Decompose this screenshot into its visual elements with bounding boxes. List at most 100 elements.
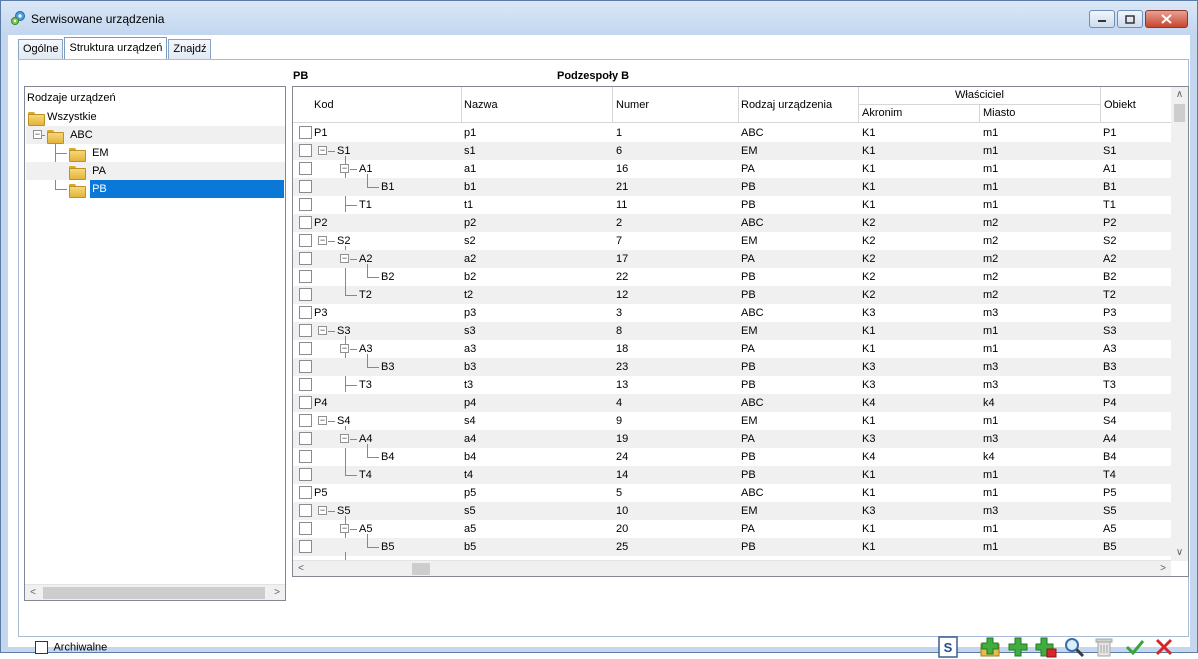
table-row[interactable]: P5 p5 5 ABC K1 m1 P5	[293, 484, 1173, 502]
table-row[interactable]: P4 p4 4 ABC K4 k4 P4	[293, 394, 1173, 412]
collapse-icon[interactable]: −	[340, 164, 349, 173]
confirm-button[interactable]	[1123, 635, 1147, 659]
row-checkbox[interactable]	[299, 486, 312, 499]
collapse-icon[interactable]: −	[318, 506, 327, 515]
delete-button[interactable]	[1092, 635, 1116, 659]
row-checkbox[interactable]	[299, 450, 312, 463]
row-checkbox[interactable]	[299, 522, 312, 535]
table-row[interactable]: − A5 a5 20 PA K1 m1 A5	[293, 520, 1173, 548]
column-header-kod[interactable]: Kod	[293, 87, 462, 123]
add-subitem-button[interactable]	[1034, 635, 1058, 659]
column-header-nazwa[interactable]: Nazwa	[462, 87, 613, 123]
row-checkbox[interactable]	[299, 540, 312, 553]
table-row[interactable]: − A2 a2 17 PA K2 m2 A2	[293, 250, 1173, 278]
row-checkbox[interactable]	[299, 270, 312, 283]
table-row[interactable]: − S1 s1 6 EM K1 m1 S1	[293, 142, 1173, 212]
table-row[interactable]: B3 b3 23 PB K3 m3 B3	[293, 358, 1173, 376]
scroll-right-icon[interactable]: >	[1155, 562, 1171, 576]
row-checkbox[interactable]	[299, 198, 312, 211]
column-header-akronim[interactable]: Akronim	[859, 105, 980, 123]
row-checkbox[interactable]	[299, 252, 312, 265]
grid-horizontal-scrollbar[interactable]: < >	[293, 560, 1171, 576]
search-button[interactable]	[1062, 635, 1086, 659]
row-checkbox[interactable]	[299, 342, 312, 355]
table-row[interactable]: − S3 s3 8 EM K1 m1 S3	[293, 322, 1173, 392]
column-header-wlasciciel[interactable]: Właściciel	[859, 87, 1101, 105]
components-grid[interactable]: Kod Nazwa Numer Rodzaj urządzenia Właści…	[292, 86, 1189, 577]
close-button[interactable]	[1145, 10, 1188, 28]
checkbox[interactable]	[35, 641, 48, 654]
tab-device-structure[interactable]: Struktura urządzeń	[64, 37, 168, 59]
tree-node-pa[interactable]: PA	[69, 162, 106, 180]
collapse-icon[interactable]: −	[340, 434, 349, 443]
tree-horizontal-scrollbar[interactable]: < >	[25, 584, 285, 600]
row-checkbox[interactable]	[299, 396, 312, 409]
add-group-button[interactable]	[978, 635, 1002, 659]
collapse-icon[interactable]: −	[318, 416, 327, 425]
table-row[interactable]: − S2 s2 7 EM K2 m2 S2	[293, 232, 1173, 302]
scroll-right-icon[interactable]: >	[269, 586, 285, 600]
row-checkbox[interactable]	[299, 378, 312, 391]
row-checkbox[interactable]	[299, 288, 312, 301]
table-row[interactable]: P3 p3 3 ABC K3 m3 P3	[293, 304, 1173, 322]
row-checkbox[interactable]	[299, 234, 312, 247]
row-checkbox[interactable]	[299, 414, 312, 427]
row-checkbox[interactable]	[299, 216, 312, 229]
table-row[interactable]: − A1 a1 16 PA K1 m1 A1	[293, 160, 1173, 188]
table-row[interactable]: B1 b1 21 PB K1 m1 B1	[293, 178, 1173, 196]
scroll-up-icon[interactable]: ∧	[1171, 87, 1188, 103]
table-row[interactable]: P1 p1 1 ABC K1 m1 P1	[293, 124, 1173, 142]
collapse-icon[interactable]: −	[318, 236, 327, 245]
cancel-button[interactable]	[1152, 635, 1176, 659]
tree-node-pb[interactable]: PB	[69, 180, 285, 198]
tab-general[interactable]: Ogólne	[18, 39, 64, 59]
table-row[interactable]: B4 b4 24 PB K4 k4 B4	[293, 448, 1173, 466]
tree-node-em[interactable]: EM	[69, 144, 109, 162]
row-checkbox[interactable]	[299, 306, 312, 319]
scroll-left-icon[interactable]: <	[293, 562, 309, 576]
row-checkbox[interactable]	[299, 144, 312, 157]
row-checkbox[interactable]	[299, 162, 312, 175]
collapse-icon[interactable]: −	[33, 130, 42, 139]
maximize-button[interactable]	[1117, 10, 1143, 28]
row-checkbox[interactable]	[299, 126, 312, 139]
column-header-miasto[interactable]: Miasto	[980, 105, 1101, 123]
table-row[interactable]: − S5 s5 10 EM K3 m3 S5	[293, 502, 1173, 572]
table-row[interactable]: B5 b5 25 PB K1 m1 B5	[293, 538, 1173, 556]
column-header-numer[interactable]: Numer	[613, 87, 739, 123]
row-checkbox[interactable]	[299, 360, 312, 373]
minimize-button[interactable]	[1089, 10, 1115, 28]
archive-checkbox[interactable]: Archiwalne	[35, 641, 107, 654]
add-button[interactable]	[1006, 635, 1030, 659]
collapse-icon[interactable]: −	[340, 524, 349, 533]
scroll-thumb[interactable]	[412, 563, 430, 575]
device-type-tree[interactable]: Rodzaje urządzeń Wszystkie − ABC EM PA P…	[24, 86, 286, 601]
collapse-icon[interactable]: −	[340, 254, 349, 263]
collapse-icon[interactable]: −	[340, 344, 349, 353]
table-row[interactable]: T4 t4 14 PB K1 m1 T4	[293, 466, 1173, 484]
scroll-down-icon[interactable]: ∨	[1171, 545, 1188, 561]
tab-find[interactable]: Znajdź	[168, 39, 212, 59]
table-row[interactable]: − A3 a3 18 PA K1 m1 A3	[293, 340, 1173, 368]
table-row[interactable]: T2 t2 12 PB K2 m2 T2	[293, 286, 1173, 304]
table-row[interactable]: P2 p2 2 ABC K2 m2 P2	[293, 214, 1173, 232]
table-row[interactable]: − S4 s4 9 EM K1 m1 S4	[293, 412, 1173, 482]
collapse-icon[interactable]: −	[318, 326, 327, 335]
row-checkbox[interactable]	[299, 504, 312, 517]
row-checkbox[interactable]	[299, 432, 312, 445]
script-button[interactable]: S	[936, 635, 960, 659]
table-row[interactable]: T1 t1 11 PB K1 m1 T1	[293, 196, 1173, 214]
scroll-thumb[interactable]	[1174, 104, 1185, 122]
column-header-rodzaj[interactable]: Rodzaj urządzenia	[739, 87, 859, 123]
collapse-icon[interactable]: −	[318, 146, 327, 155]
column-header-obiekt[interactable]: Obiekt	[1101, 87, 1173, 123]
row-checkbox[interactable]	[299, 468, 312, 481]
scroll-left-icon[interactable]: <	[25, 586, 41, 600]
tree-node-abc[interactable]: ABC	[47, 126, 93, 144]
tree-node-all[interactable]: Wszystkie	[28, 108, 97, 126]
row-checkbox[interactable]	[299, 180, 312, 193]
table-row[interactable]: B2 b2 22 PB K2 m2 B2	[293, 268, 1173, 286]
table-row[interactable]: T3 t3 13 PB K3 m3 T3	[293, 376, 1173, 394]
grid-vertical-scrollbar[interactable]: ∧ ∨	[1171, 87, 1188, 561]
table-row[interactable]: − A4 a4 19 PA K3 m3 A4	[293, 430, 1173, 458]
